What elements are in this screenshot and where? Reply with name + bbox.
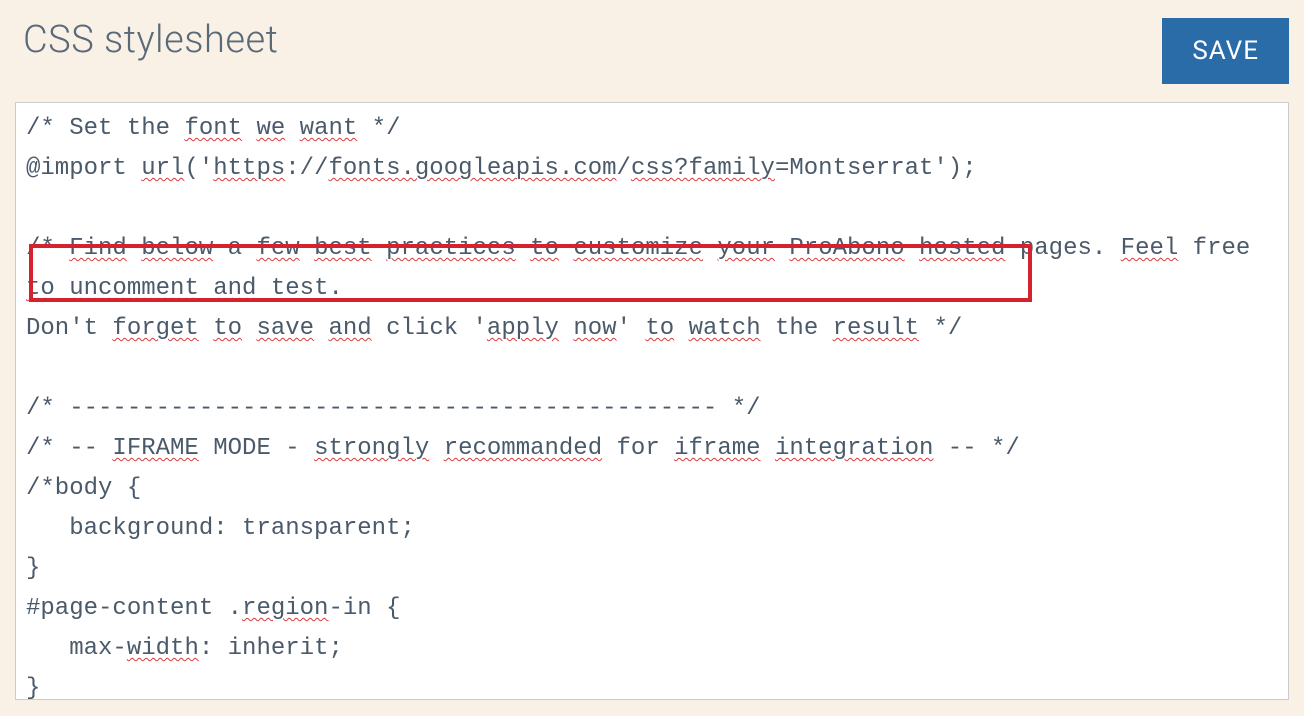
- css-editor-textarea[interactable]: /* Set the font we want */ @import url('…: [16, 103, 1288, 699]
- editor-container: /* Set the font we want */ @import url('…: [15, 102, 1289, 700]
- save-button[interactable]: SAVE: [1162, 18, 1289, 84]
- css-stylesheet-panel: CSS stylesheet SAVE /* Set the font we w…: [15, 0, 1289, 700]
- panel-header: CSS stylesheet SAVE: [15, 8, 1289, 102]
- panel-title: CSS stylesheet: [23, 18, 278, 62]
